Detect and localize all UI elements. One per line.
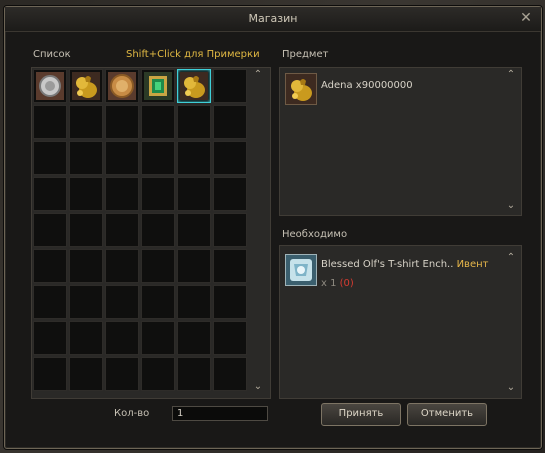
required-panel: Blessed Olf's T-shirt Ench.. Ивент x 1 (…: [279, 245, 522, 399]
close-icon[interactable]: ✕: [519, 11, 533, 25]
grid-cell[interactable]: [141, 105, 175, 139]
qty-needed: x 1: [321, 278, 337, 289]
quantity-label: Кол-во: [114, 408, 150, 419]
scroll-enchant-icon[interactable]: [285, 254, 317, 286]
grid-cell[interactable]: [105, 177, 139, 211]
qty-owned: (0): [339, 278, 354, 289]
grid-cell[interactable]: [177, 357, 211, 391]
event-tag: Ивент: [456, 259, 489, 270]
grid-cell[interactable]: [213, 357, 247, 391]
list-label: Список: [33, 49, 71, 60]
adena-bag-icon[interactable]: [285, 73, 317, 105]
required-scroll-up-icon[interactable]: ⌃: [505, 252, 517, 263]
grid-cell[interactable]: [177, 213, 211, 247]
grid-cell[interactable]: [141, 69, 175, 103]
grid-cell[interactable]: [177, 177, 211, 211]
grid-cell[interactable]: [105, 285, 139, 319]
grid-cell[interactable]: [141, 249, 175, 283]
grid-cell[interactable]: [213, 213, 247, 247]
grid-cell[interactable]: [69, 285, 103, 319]
item-name: Adena x90000000: [321, 80, 413, 91]
try-on-hint: Shift+Click для Примерки: [126, 49, 260, 60]
grid-cell[interactable]: [177, 141, 211, 175]
grid-cell[interactable]: [213, 105, 247, 139]
grid-cell[interactable]: [141, 141, 175, 175]
grid-cell[interactable]: [177, 69, 211, 103]
grid-cell[interactable]: [213, 141, 247, 175]
grid-cell[interactable]: [177, 105, 211, 139]
grid-cell[interactable]: [69, 69, 103, 103]
grid-cell[interactable]: [33, 105, 67, 139]
cancel-button[interactable]: Отменить: [407, 403, 487, 426]
grid-cell[interactable]: [141, 177, 175, 211]
grid-cell[interactable]: [213, 321, 247, 355]
required-item-name: Blessed Olf's T-shirt Ench.. Ивент: [321, 259, 488, 270]
grid-cell[interactable]: [141, 285, 175, 319]
grid-cell[interactable]: [69, 105, 103, 139]
grid-cell[interactable]: [105, 69, 139, 103]
grid-cell[interactable]: [33, 141, 67, 175]
window-title: Магазин: [248, 12, 298, 25]
grid-cell[interactable]: [177, 285, 211, 319]
grid-cell[interactable]: [213, 177, 247, 211]
grid-cell[interactable]: [141, 357, 175, 391]
item-scroll-up-icon[interactable]: ⌃: [505, 69, 517, 80]
grid-cell[interactable]: [105, 357, 139, 391]
item-scroll-down-icon[interactable]: ⌄: [505, 200, 517, 211]
grid-cell[interactable]: [213, 69, 247, 103]
green-book-icon[interactable]: [143, 71, 173, 101]
grid-cell[interactable]: [105, 321, 139, 355]
list-scroll-down-icon[interactable]: ⌄: [252, 381, 264, 392]
grid-cell[interactable]: [141, 321, 175, 355]
item-panel: Adena x90000000 ⌃ ⌄: [279, 67, 522, 216]
grid-cell[interactable]: [33, 213, 67, 247]
grid-cell[interactable]: [33, 177, 67, 211]
title-bar[interactable]: Магазин ✕: [5, 7, 541, 32]
grid-cell[interactable]: [69, 357, 103, 391]
grid-cell[interactable]: [177, 249, 211, 283]
adena-bag-icon[interactable]: [179, 71, 209, 101]
gold-coin-icon[interactable]: [107, 71, 137, 101]
grid-cell[interactable]: [213, 285, 247, 319]
grid-cell[interactable]: [69, 177, 103, 211]
grid-cell[interactable]: [69, 321, 103, 355]
accept-button[interactable]: Принять: [321, 403, 401, 426]
grid-cell[interactable]: [213, 249, 247, 283]
adena-bag-icon[interactable]: [71, 71, 101, 101]
silver-coin-icon[interactable]: [35, 71, 65, 101]
grid-cell[interactable]: [177, 321, 211, 355]
grid-cell[interactable]: [33, 357, 67, 391]
required-qty: x 1 (0): [321, 278, 354, 289]
required-label: Необходимо: [282, 229, 348, 240]
grid-cell[interactable]: [105, 105, 139, 139]
grid-cell[interactable]: [105, 141, 139, 175]
grid-cell[interactable]: [33, 249, 67, 283]
required-item-title: Blessed Olf's T-shirt Ench..: [321, 259, 454, 270]
grid-cell[interactable]: [105, 249, 139, 283]
grid-cell[interactable]: [33, 69, 67, 103]
grid-cell[interactable]: [69, 249, 103, 283]
item-label: Предмет: [282, 49, 329, 60]
grid-cell[interactable]: [69, 141, 103, 175]
grid-cell[interactable]: [141, 213, 175, 247]
required-scroll-down-icon[interactable]: ⌄: [505, 382, 517, 393]
list-scroll-up-icon[interactable]: ⌃: [252, 69, 264, 80]
grid-cell[interactable]: [69, 213, 103, 247]
grid-cell[interactable]: [33, 321, 67, 355]
grid-cell[interactable]: [105, 213, 139, 247]
quantity-input[interactable]: 1: [172, 406, 268, 421]
shop-window: Магазин ✕ Список Shift+Click для Примерк…: [4, 6, 542, 449]
grid-cell[interactable]: [33, 285, 67, 319]
